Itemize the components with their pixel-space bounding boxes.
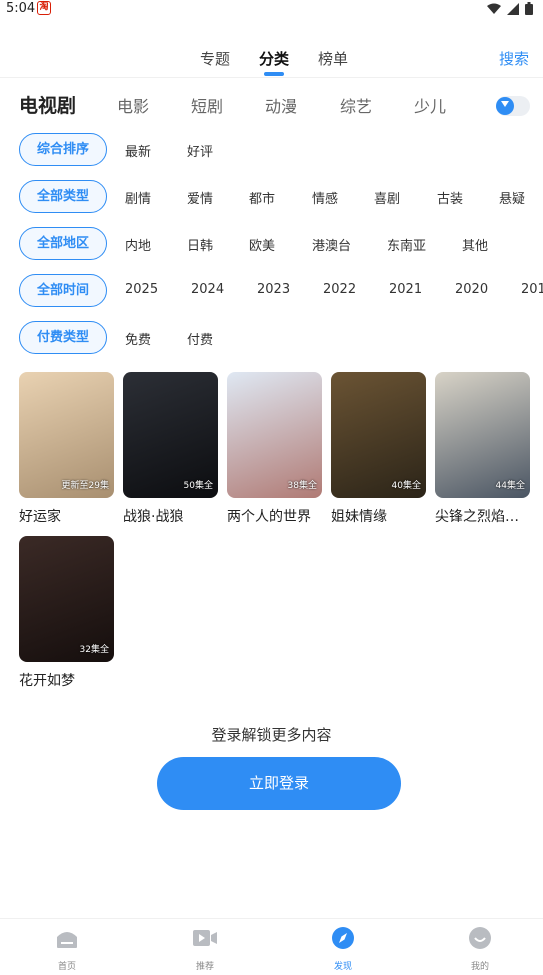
- poster-title[interactable]: 花开如梦: [19, 670, 119, 690]
- nav-home[interactable]: 首页: [37, 927, 97, 972]
- category-variety[interactable]: 综艺: [340, 93, 372, 117]
- tab-category[interactable]: 分类: [259, 48, 289, 69]
- episode-badge: 32集全: [79, 645, 109, 655]
- filter-row-pay: 付费类型 免费 付费: [0, 321, 543, 355]
- filter-row-type: 全部类型 剧情 爱情 都市 情感 喜剧 古装 悬疑: [0, 180, 543, 214]
- poster-title[interactable]: 好运家: [19, 506, 119, 526]
- filter-option[interactable]: 2024: [191, 282, 224, 297]
- filter-option[interactable]: 内地: [125, 235, 151, 254]
- signal-icon: [507, 2, 519, 15]
- filter-option[interactable]: 日韩: [187, 235, 213, 254]
- poster-image[interactable]: 更新至29集: [19, 372, 114, 498]
- app-notification-icon: 淘: [37, 1, 51, 15]
- nav-recommend[interactable]: 推荐: [175, 927, 235, 972]
- episode-badge: 40集全: [391, 481, 421, 491]
- poster-image[interactable]: 32集全: [19, 536, 114, 662]
- category-movie[interactable]: 电影: [117, 93, 149, 117]
- filter-pay-selected[interactable]: 付费类型: [19, 321, 107, 354]
- poster-image[interactable]: 44集全: [435, 372, 530, 498]
- filter-option[interactable]: 免费: [125, 329, 151, 348]
- filter-option[interactable]: 情感: [312, 188, 338, 207]
- filter-option[interactable]: 爱情: [187, 188, 213, 207]
- filter-option[interactable]: 付费: [187, 329, 213, 348]
- poster-title[interactable]: 战狼·战狼: [123, 506, 223, 526]
- filter-option[interactable]: 古装: [437, 188, 463, 207]
- download-arrow-icon: [496, 97, 514, 115]
- tab-ranking[interactable]: 榜单: [318, 48, 348, 69]
- compass-icon: [332, 927, 354, 949]
- nav-profile[interactable]: 我的: [450, 927, 510, 972]
- filter-year-selected[interactable]: 全部时间: [19, 274, 107, 307]
- nav-discover[interactable]: 发现: [313, 927, 373, 972]
- poster-image[interactable]: 50集全: [123, 372, 218, 498]
- filter-option[interactable]: 好评: [187, 141, 213, 160]
- filter-option[interactable]: 欧美: [249, 235, 275, 254]
- tab-topics[interactable]: 专题: [200, 48, 230, 69]
- episode-badge: 更新至29集: [61, 481, 109, 491]
- filter-option[interactable]: 最新: [125, 141, 151, 160]
- video-icon: [193, 930, 217, 946]
- battery-icon: [525, 2, 533, 15]
- filter-region-selected[interactable]: 全部地区: [19, 227, 107, 260]
- status-bar: 5:04 淘: [0, 0, 543, 20]
- poster-title[interactable]: 尖锋之烈焰青春: [435, 506, 531, 526]
- search-button[interactable]: 搜索: [499, 48, 529, 69]
- active-tab-indicator: [264, 72, 284, 76]
- filter-option[interactable]: 悬疑: [499, 188, 525, 207]
- filter-option[interactable]: 港澳台: [312, 235, 351, 254]
- episode-badge: 50集全: [183, 481, 213, 491]
- filter-option[interactable]: 剧情: [125, 188, 151, 207]
- category-anime[interactable]: 动漫: [265, 93, 297, 117]
- category-tv[interactable]: 电视剧: [19, 91, 76, 118]
- poster-title[interactable]: 两个人的世界: [227, 506, 327, 526]
- nav-label: 发现: [333, 962, 352, 972]
- home-icon: [57, 932, 77, 948]
- filter-row-region: 全部地区 内地 日韩 欧美 港澳台 东南亚 其他: [0, 227, 543, 261]
- filter-type-selected[interactable]: 全部类型: [19, 180, 107, 213]
- category-short-drama[interactable]: 短剧: [191, 93, 223, 117]
- poster-image[interactable]: 40集全: [331, 372, 426, 498]
- filter-option[interactable]: 东南亚: [387, 235, 426, 254]
- category-kids[interactable]: 少儿: [414, 93, 446, 117]
- smile-icon: [469, 927, 491, 949]
- episode-badge: 44集全: [495, 481, 525, 491]
- episode-badge: 38集全: [287, 481, 317, 491]
- nav-label: 我的: [470, 962, 489, 972]
- status-time: 5:04: [6, 1, 36, 16]
- filter-option[interactable]: 2022: [323, 282, 356, 297]
- filter-option[interactable]: 2023: [257, 282, 290, 297]
- bottom-nav: 首页 推荐 发现 我的: [0, 918, 543, 975]
- category-expand-toggle[interactable]: [496, 96, 530, 116]
- login-hint: 登录解锁更多内容: [211, 726, 332, 744]
- filter-option[interactable]: 其他: [462, 235, 488, 254]
- filter-row-year: 全部时间 2025 2024 2023 2022 2021 2020 2019: [0, 274, 543, 308]
- filter-option[interactable]: 喜剧: [374, 188, 400, 207]
- nav-label: 首页: [57, 962, 76, 972]
- category-bar: 电视剧 电影 短剧 动漫 综艺 少儿: [0, 80, 543, 128]
- filter-option[interactable]: 2019: [521, 282, 543, 297]
- filter-option[interactable]: 2021: [389, 282, 422, 297]
- filter-sort-selected[interactable]: 综合排序: [19, 133, 107, 166]
- filter-option[interactable]: 2025: [125, 282, 158, 297]
- login-button[interactable]: 立即登录: [157, 757, 401, 810]
- wifi-icon: [487, 3, 501, 14]
- nav-label: 推荐: [195, 962, 214, 972]
- filter-option[interactable]: 都市: [249, 188, 275, 207]
- filter-option[interactable]: 2020: [455, 282, 488, 297]
- poster-image[interactable]: 38集全: [227, 372, 322, 498]
- filter-row-sort: 综合排序 最新 好评: [0, 133, 543, 167]
- poster-title[interactable]: 姐妹情缘: [331, 506, 431, 526]
